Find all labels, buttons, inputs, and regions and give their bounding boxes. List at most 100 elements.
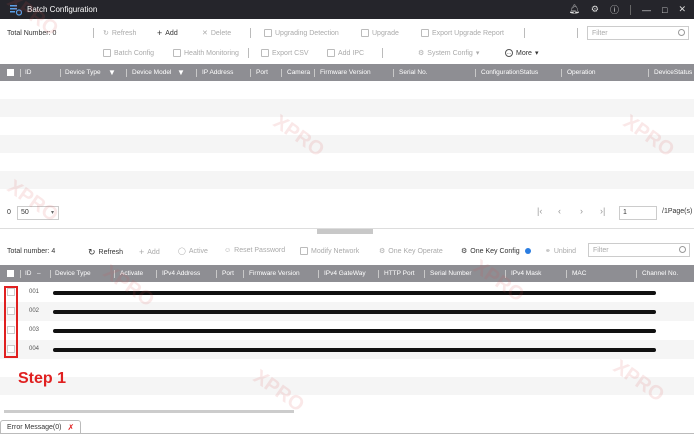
shield-icon: ◯	[178, 248, 186, 255]
col-camera[interactable]: Camera	[287, 64, 310, 81]
add-button[interactable]: + Add	[157, 28, 178, 38]
lower-table-header: ID – Device Type Activate IPv4 Address P…	[0, 265, 694, 282]
upgrade-button[interactable]: Upgrade	[361, 29, 399, 37]
col-serial-number[interactable]: Serial Number	[430, 265, 472, 282]
maximize-icon[interactable]: □	[662, 5, 667, 15]
sort-icon[interactable]: –	[37, 265, 41, 282]
one-key-config-button[interactable]: ⚙ One Key Config	[461, 247, 531, 255]
col-device-type[interactable]: Device Type	[55, 265, 91, 282]
redacted-bar	[53, 348, 656, 352]
select-all-checkbox[interactable]	[7, 270, 14, 277]
table-row[interactable]: 003	[0, 321, 694, 340]
batch-config-icon	[10, 4, 23, 16]
col-id[interactable]: ID	[25, 64, 32, 81]
toolbar-divider	[248, 48, 249, 58]
delete-button[interactable]: ✕ Delete	[202, 29, 231, 38]
col-device-status[interactable]: DeviceStatus	[654, 64, 692, 81]
col-mac[interactable]: MAC	[572, 265, 586, 282]
gear-icon: ⚙	[418, 50, 425, 57]
col-activate[interactable]: Activate	[120, 265, 143, 282]
active-button[interactable]: ◯ Active	[178, 247, 208, 256]
system-config-button[interactable]: ⚙ System Config ▾	[418, 49, 480, 58]
splitter-grip[interactable]	[317, 229, 373, 234]
more-icon: …	[505, 49, 513, 57]
redacted-bar	[53, 310, 656, 314]
filter-icon[interactable]: ▼	[177, 64, 185, 81]
health-monitoring-button[interactable]: Health Monitoring	[173, 49, 239, 57]
row-id: 003	[29, 327, 40, 333]
pager: 0 50 ▾ |‹ ‹ › ›| 1 /1Page(s)	[0, 204, 694, 222]
status-dot-icon	[524, 248, 531, 254]
last-page-icon[interactable]: ›|	[600, 206, 605, 216]
bell-icon[interactable]: 🔔︎	[568, 4, 579, 15]
pin-icon[interactable]: ✗	[67, 423, 74, 432]
one-key-operate-button[interactable]: ⚙ One Key Operate	[379, 247, 443, 256]
refresh-icon: ↻	[103, 30, 109, 37]
edit-icon	[300, 247, 308, 255]
lower-add-button[interactable]: + Add	[139, 247, 160, 257]
minimize-icon[interactable]: —	[642, 5, 651, 15]
gear-icon[interactable]: ⚙	[591, 4, 599, 15]
report-icon	[421, 29, 429, 37]
chevron-down-icon: ▾	[475, 50, 480, 57]
error-message-tab[interactable]: Error Message(0) ✗	[0, 420, 82, 434]
lower-total-number: Total number: 4	[7, 248, 56, 255]
step-label: Step 1	[18, 370, 67, 387]
table-row[interactable]: 004	[0, 340, 694, 359]
col-configuration-status[interactable]: ConfigurationStatus	[481, 64, 538, 81]
col-ip-address[interactable]: IP Address	[202, 64, 233, 81]
col-ipv4-gateway[interactable]: IPv4 GateWay	[324, 265, 366, 282]
camera-icon	[327, 49, 335, 57]
first-page-icon[interactable]: |‹	[537, 206, 542, 216]
col-channel-no[interactable]: Channel No.	[642, 265, 678, 282]
col-ipv4-mask[interactable]: IPv4 Mask	[511, 265, 541, 282]
unbind-button[interactable]: ⚭ Unbind	[545, 247, 576, 256]
page-total: /1Page(s)	[662, 208, 693, 215]
modify-network-button[interactable]: Modify Network	[300, 247, 359, 255]
col-firmware-version[interactable]: Firmware Version	[249, 265, 300, 282]
batch-config-button[interactable]: Batch Config	[103, 49, 154, 57]
toolbar-divider	[93, 28, 94, 38]
more-button[interactable]: … More ▾	[505, 49, 538, 57]
upper-filter-input[interactable]: Filter	[587, 26, 689, 40]
search-icon	[679, 246, 686, 253]
panel-splitter[interactable]	[0, 228, 694, 234]
col-operation[interactable]: Operation	[567, 64, 596, 81]
next-page-icon[interactable]: ›	[580, 206, 583, 216]
upgrading-detection-button[interactable]: Upgrading Detection	[264, 29, 339, 37]
page-number-input[interactable]: 1	[619, 206, 657, 220]
col-port[interactable]: Port	[222, 265, 234, 282]
upper-total-number: Total Number: 0	[7, 29, 57, 37]
page-size-select[interactable]: 50 ▾	[17, 206, 59, 220]
col-device-model[interactable]: Device Model	[132, 64, 171, 81]
row-id: 002	[29, 308, 40, 314]
col-firmware-version[interactable]: Firmware Version	[320, 64, 371, 81]
horizontal-scrollbar[interactable]	[4, 410, 294, 413]
close-icon[interactable]: ✕	[678, 4, 686, 15]
col-serial-no[interactable]: Serial No.	[399, 64, 428, 81]
refresh-button[interactable]: ↻ Refresh	[103, 29, 136, 38]
lower-refresh-button[interactable]: ↻ Refresh	[88, 247, 123, 258]
col-id[interactable]: ID	[25, 265, 32, 282]
info-icon[interactable]: ⓘ	[610, 3, 619, 16]
batch-config-icon	[103, 49, 111, 57]
upgrade-icon	[361, 29, 369, 37]
export-csv-button[interactable]: Export CSV	[261, 49, 309, 57]
table-row[interactable]: 001	[0, 283, 694, 302]
reset-password-button[interactable]: ☺ Reset Password	[224, 247, 285, 254]
chevron-down-icon: ▾	[534, 50, 539, 57]
prev-page-icon[interactable]: ‹	[558, 206, 561, 216]
col-device-type[interactable]: Device Type	[65, 64, 101, 81]
export-upgrade-report-button[interactable]: Export Upgrade Report	[421, 29, 504, 37]
plus-icon: +	[139, 247, 145, 257]
toolbar-divider	[524, 28, 525, 38]
select-all-checkbox[interactable]	[7, 69, 14, 76]
col-http-port[interactable]: HTTP Port	[384, 265, 415, 282]
table-row[interactable]: 002	[0, 302, 694, 321]
add-ipc-button[interactable]: Add IPC	[327, 49, 364, 57]
page-size-prefix: 0	[7, 209, 11, 216]
filter-icon[interactable]: ▼	[108, 64, 116, 81]
col-port[interactable]: Port	[256, 64, 268, 81]
col-ipv4-address[interactable]: IPv4 Address	[162, 265, 200, 282]
lower-filter-input[interactable]: Filter	[588, 243, 690, 257]
